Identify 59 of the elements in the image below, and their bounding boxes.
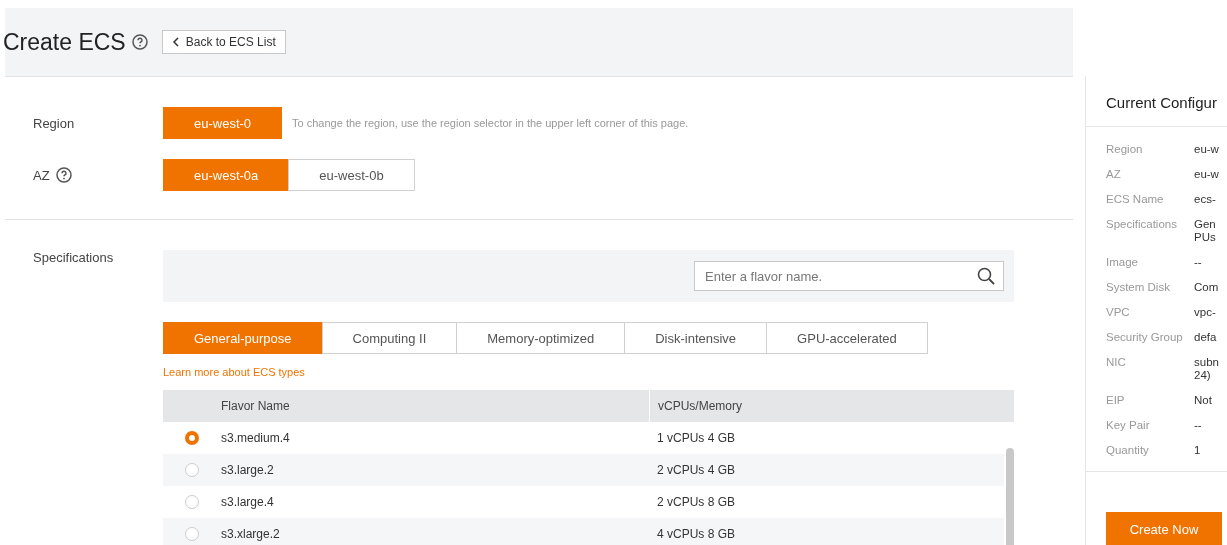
- config-label: Key Pair: [1106, 419, 1151, 432]
- config-value: 24): [1194, 369, 1212, 382]
- region-hint: To change the region, use the region selector in the upper left corner of this page.: [292, 117, 689, 129]
- radio-button[interactable]: [185, 463, 199, 477]
- config-value: PUs: [1194, 231, 1216, 244]
- flavor-tab[interactable]: Disk-intensive: [624, 322, 768, 354]
- back-button[interactable]: Back to ECS List: [161, 30, 286, 54]
- config-value: Com: [1194, 281, 1219, 294]
- radio-button[interactable]: [185, 495, 199, 509]
- config-label: Security Group: [1106, 331, 1184, 344]
- config-label: Quantity: [1106, 444, 1150, 457]
- table-cell-text: 4 vCPUs 8 GB: [656, 527, 737, 541]
- config-label: Specifications: [1106, 218, 1178, 232]
- flavor-tab[interactable]: Computing II: [321, 322, 458, 354]
- config-value: Gen: [1194, 218, 1216, 231]
- table-row[interactable]: s3.large.2 2 vCPUs 4 GB: [163, 454, 1004, 486]
- table-cell-text: s3.xlarge.2: [221, 527, 281, 541]
- search-icon[interactable]: [977, 267, 995, 285]
- chevron-left-icon: [171, 37, 180, 47]
- specifications-label: Specifications: [32, 250, 115, 267]
- panel-title: Current Configur: [1086, 76, 1227, 127]
- config-label: ECS Name: [1106, 193, 1165, 206]
- table-cell-text: 2 vCPUs 4 GB: [656, 463, 737, 477]
- table-cell-text: s3.large.4: [221, 495, 275, 509]
- config-value: eu-w: [1194, 168, 1219, 181]
- column-header: Flavor Name: [221, 399, 291, 413]
- help-icon[interactable]: [55, 167, 72, 183]
- config-value: subn: [1194, 356, 1219, 369]
- help-icon[interactable]: [131, 34, 148, 50]
- table-cell-text: 1 vCPUs 4 GB: [656, 431, 737, 445]
- table-cell-text: s3.medium.4: [221, 431, 291, 445]
- config-label: AZ: [1106, 168, 1122, 181]
- config-label: Image: [1106, 256, 1139, 269]
- region-label: Region: [32, 115, 76, 131]
- config-label: EIP: [1106, 394, 1126, 407]
- config-value: vpc-: [1194, 306, 1216, 319]
- az-label: AZ: [33, 167, 50, 183]
- config-value: ecs-: [1194, 193, 1216, 206]
- config-value: --: [1194, 256, 1202, 269]
- config-label: NIC: [1106, 356, 1127, 370]
- config-label: Region: [1106, 143, 1144, 156]
- config-value: 1: [1194, 444, 1201, 457]
- config-value: --: [1194, 419, 1202, 432]
- radio-button[interactable]: [185, 431, 199, 445]
- config-value: Not: [1194, 394, 1212, 407]
- config-value: eu-w: [1194, 143, 1219, 156]
- scrollbar[interactable]: [1006, 448, 1014, 545]
- config-label: System Disk: [1106, 281, 1171, 294]
- search-field[interactable]: Enter a flavor name.: [694, 261, 1004, 291]
- config-label: VPC: [1106, 306, 1131, 319]
- table-row[interactable]: s3.xlarge.2 4 vCPUs 8 GB: [163, 518, 1004, 545]
- config-value: defa: [1194, 331, 1217, 344]
- flavor-tab[interactable]: Memory-optimized: [456, 322, 626, 354]
- radio-button[interactable]: [185, 527, 199, 541]
- table-cell-text: 2 vCPUs 8 GB: [656, 495, 737, 509]
- az-option[interactable]: eu-west-0b: [288, 159, 415, 191]
- table-cell-text: s3.large.2: [221, 463, 275, 477]
- flavor-tab[interactable]: GPU-accelerated: [766, 322, 928, 354]
- page-title: Create ECS: [3, 28, 126, 56]
